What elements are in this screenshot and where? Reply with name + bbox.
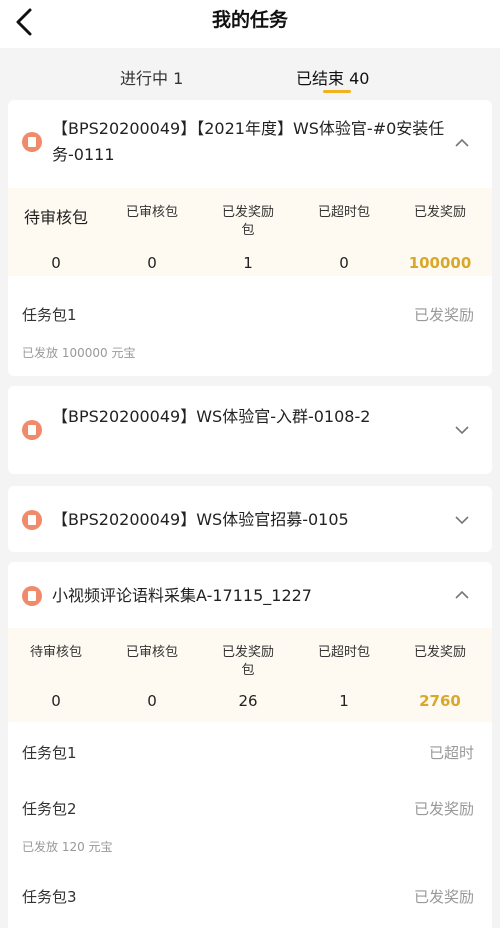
package-status: 已发奖励 [413, 800, 474, 818]
page-title: 我的任务 [211, 9, 288, 31]
stat-reviewed-value: 0 [147, 692, 157, 710]
task-card-header[interactable]: 小视频评论语料采集A-17115_1227 [8, 562, 492, 628]
stat-pending-label: 待审核包 [29, 645, 82, 660]
stat-reward-label: 已发奖励 [413, 205, 466, 220]
task-card[interactable]: 【BPS20200049】WS体验官-入群-0108-2 [8, 386, 492, 474]
task-title: 小视频评论语料采集A-17115_1227 [52, 586, 312, 605]
chevron-up-icon[interactable] [454, 590, 470, 600]
stat-pending-value: 0 [51, 254, 61, 272]
active-tab-indicator [323, 90, 351, 93]
stat-timeout-label: 已超时包 [317, 645, 370, 660]
task-stats: 待审核包 已审核包 已发奖励包 已超时包 已发奖励 0 0 1 0 100000 [8, 188, 492, 276]
stat-timeout-label: 已超时包 [317, 205, 370, 220]
task-title: 【BPS20200049】WS体验官招募-0105 [52, 510, 349, 529]
task-card-header[interactable]: 【BPS20200049】【2021年度】WS体验官-#0安装任务-0111 [8, 100, 492, 188]
task-title: 【BPS20200049】WS体验官-入群-0108-2 [52, 407, 371, 426]
stat-rewarded-pkg-label: 已发奖励包 [221, 645, 274, 678]
package-status: 已发奖励 [413, 888, 474, 906]
package-name[interactable]: 任务包3 [22, 886, 77, 907]
package-status: 已发奖励 [413, 306, 474, 324]
task-doc-icon [22, 510, 42, 530]
stat-reviewed-value: 0 [147, 254, 157, 272]
package-name[interactable]: 任务包1 [22, 742, 77, 763]
package-name[interactable]: 任务包1 [22, 304, 77, 325]
stat-timeout-value: 1 [339, 692, 349, 710]
chevron-down-icon[interactable] [454, 515, 470, 525]
task-card[interactable]: 【BPS20200049】WS体验官招募-0105 [8, 486, 492, 552]
top-bar: 我的任务 [0, 0, 500, 48]
package-reward-note: 已发放 120 元宝 [22, 840, 113, 854]
tab-in-progress[interactable]: 进行中 1 [120, 65, 183, 89]
task-card: 小视频评论语料采集A-17115_1227 待审核包 已审核包 已发奖励包 已超… [8, 562, 492, 928]
stat-reviewed-label: 已审核包 [125, 205, 178, 220]
stat-pending-value: 0 [51, 692, 61, 710]
chevron-up-icon[interactable] [454, 138, 470, 148]
stat-rewarded-pkg-value: 26 [238, 692, 258, 710]
status-tabs: 进行中 1 已结束 40 [0, 48, 500, 94]
task-card: 【BPS20200049】【2021年度】WS体验官-#0安装任务-0111 待… [8, 100, 492, 376]
stat-rewarded-pkg-label: 已发奖励包 [221, 205, 274, 238]
stat-reviewed-label: 已审核包 [125, 645, 178, 660]
package-status: 已超时 [428, 744, 474, 762]
stat-reward-value: 2760 [419, 692, 461, 710]
task-doc-icon [22, 586, 42, 606]
chevron-down-icon[interactable] [454, 425, 470, 435]
task-stats: 待审核包 已审核包 已发奖励包 已超时包 已发奖励 0 0 26 1 2760 [8, 628, 492, 722]
stat-timeout-value: 0 [339, 254, 349, 272]
stat-reward-value: 100000 [408, 254, 472, 272]
tab-finished[interactable]: 已结束 40 [296, 65, 369, 89]
stat-pending-label: 待审核包 [23, 208, 88, 227]
stat-reward-label: 已发奖励 [413, 645, 466, 660]
package-reward-note: 已发放 100000 元宝 [22, 346, 136, 360]
task-title: 【BPS20200049】【2021年度】WS体验官-#0安装任务-0111 [52, 119, 445, 164]
task-doc-icon [22, 420, 42, 440]
package-name[interactable]: 任务包2 [22, 798, 77, 819]
task-doc-icon [22, 132, 42, 152]
stat-rewarded-pkg-value: 1 [243, 254, 253, 272]
